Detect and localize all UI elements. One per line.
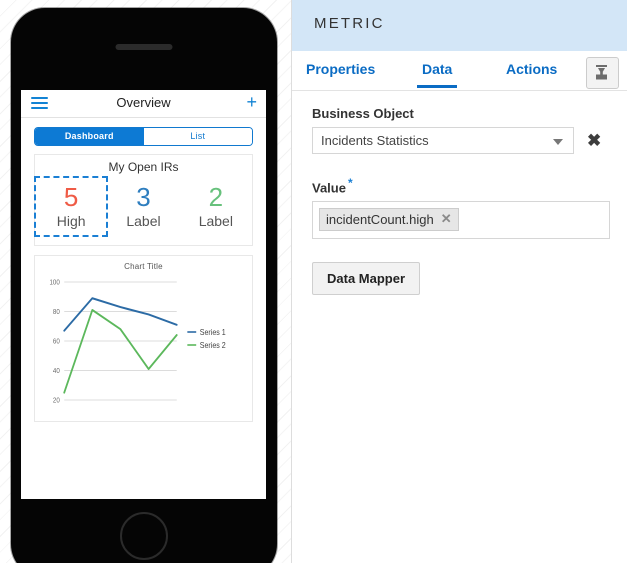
value-chip-text: incidentCount.high [326, 211, 434, 227]
segmented-control-wrapper: Dashboard List [21, 118, 266, 154]
chart-card[interactable]: Chart Title 100 80 60 40 20 Series 1 Series 2 [34, 255, 253, 422]
app-root: Overview + Dashboard List My Open IRs 5 [0, 0, 627, 563]
close-icon[interactable]: ✖ [587, 132, 601, 149]
business-object-select[interactable]: Incidents Statistics [312, 127, 574, 154]
y-axis-tick-label: 20 [53, 397, 60, 404]
y-axis-tick-label: 60 [53, 338, 60, 345]
line-chart: 100 80 60 40 20 Series 1 Series 2 [49, 279, 226, 404]
value-input[interactable]: incidentCount.high ✕ [312, 201, 610, 240]
value-label: Value * [312, 176, 607, 195]
save-export-glyph [596, 65, 607, 80]
tab-data[interactable]: Data [416, 61, 458, 88]
business-object-row: Incidents Statistics ✖ [312, 127, 607, 154]
save-export-icon[interactable] [586, 57, 619, 89]
legend-label: Series 2 [200, 341, 226, 351]
tab-actions[interactable]: Actions [506, 61, 557, 77]
segment-dashboard[interactable]: Dashboard [35, 128, 144, 145]
page-title: Overview [116, 95, 171, 110]
metric-tiles: 5 High 3 Label 2 Label [33, 176, 252, 237]
metric-tile-high[interactable]: 5 High [33, 176, 109, 237]
legend-label: Series 1 [200, 328, 226, 338]
metric-card[interactable]: My Open IRs 5 High 3 Label 2 Label [33, 154, 253, 246]
y-axis-tick-label: 80 [53, 309, 60, 316]
y-axis-tick-label: 100 [49, 279, 60, 286]
metric-card-title: My Open IRs [108, 160, 179, 174]
metric-tile-2[interactable]: 3 Label [107, 177, 179, 236]
chart-series-line [63, 297, 178, 332]
plus-icon[interactable]: + [246, 93, 257, 111]
properties-panel: METRIC Properties Data Actions Business … [291, 0, 627, 563]
phone-screen: Overview + Dashboard List My Open IRs 5 [21, 90, 266, 499]
chart-series-line [63, 309, 178, 394]
business-object-value: Incidents Statistics [321, 133, 429, 148]
chart-title: Chart Title [124, 262, 163, 271]
tab-properties[interactable]: Properties [306, 61, 375, 77]
value-label-text: Value [312, 180, 346, 196]
value-chip[interactable]: incidentCount.high ✕ [319, 208, 459, 232]
form-spacer [312, 154, 607, 176]
required-marker: * [347, 176, 353, 190]
panel-header: METRIC [292, 0, 627, 51]
chevron-down-icon[interactable] [553, 139, 563, 145]
y-axis-tick-label: 40 [53, 368, 60, 375]
close-icon[interactable]: ✕ [441, 211, 452, 227]
phone-home-button[interactable] [120, 512, 168, 560]
panel-title: METRIC [314, 15, 385, 32]
segmented-control: Dashboard List [34, 127, 253, 146]
app-header: Overview + [21, 90, 266, 118]
metric-tile-value: 2 [208, 182, 224, 212]
metric-tile-label: Label [126, 213, 161, 229]
metric-tile-value: 3 [136, 182, 151, 212]
metric-tile-3[interactable]: 2 Label [180, 177, 252, 236]
phone-speaker-icon [115, 44, 173, 50]
segment-list[interactable]: List [143, 128, 252, 145]
metric-tile-label: Label [198, 213, 233, 229]
data-form: Business Object Incidents Statistics ✖ V… [292, 91, 627, 296]
business-object-label: Business Object [312, 106, 414, 121]
panel-tabs: Properties Data Actions [292, 51, 627, 91]
design-canvas: Overview + Dashboard List My Open IRs 5 [0, 0, 291, 563]
metric-tile-label: High [56, 213, 86, 229]
phone-mockup-frame: Overview + Dashboard List My Open IRs 5 [11, 8, 277, 563]
data-mapper-button[interactable]: Data Mapper [312, 262, 421, 296]
metric-tile-value: 5 [63, 182, 79, 212]
